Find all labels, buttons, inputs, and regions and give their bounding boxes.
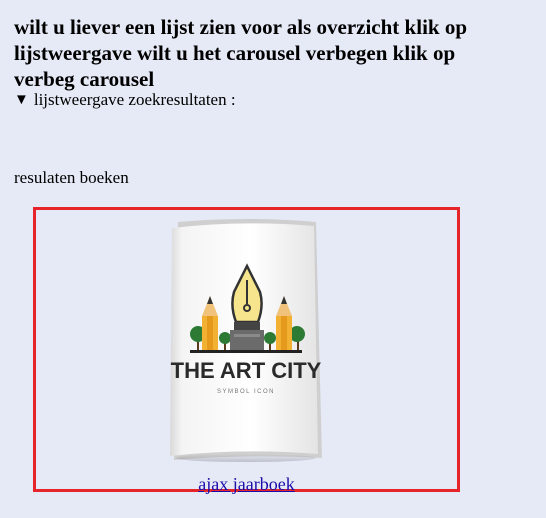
book-link[interactable]: ajax jaarboek [36, 473, 457, 495]
list-view-label: lijstweergave zoekresultaten : [33, 90, 236, 109]
book-cover[interactable]: THE ART CITY SYMBOL ICON [164, 218, 330, 464]
disclosure-triangle-icon: ▼ [14, 92, 29, 108]
book-carousel[interactable]: THE ART CITY SYMBOL ICON ajax jaarboek [33, 207, 460, 495]
cover-subtitle: SYMBOL ICON [217, 389, 275, 395]
list-view-toggle[interactable]: ▼ lijstweergave zoekresultaten : [14, 90, 236, 110]
results-label: resulaten boeken [14, 168, 129, 187]
instructions-heading: wilt u liever een lijst zien voor als ov… [14, 15, 468, 91]
cover-title: THE ART CITY [171, 358, 322, 383]
book-cover-image: THE ART CITY SYMBOL ICON [170, 219, 322, 462]
